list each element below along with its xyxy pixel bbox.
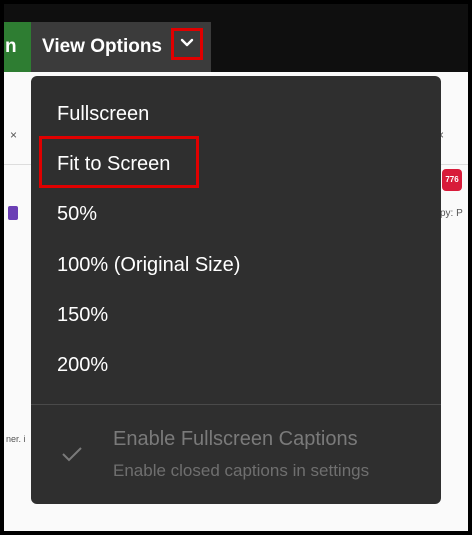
menu-item-50-percent[interactable]: 50% bbox=[57, 203, 97, 226]
menu-item-fit-to-screen[interactable]: Fit to Screen bbox=[57, 153, 170, 176]
background-text-right: py: P bbox=[440, 208, 463, 219]
background-red-badge: 776 bbox=[442, 169, 462, 191]
checkmark-icon bbox=[62, 447, 82, 462]
menu-item-100-percent[interactable]: 100% (Original Size) bbox=[57, 254, 240, 277]
view-options-menu: Fullscreen Fit to Screen 50% 100% (Origi… bbox=[31, 76, 441, 504]
background-close-icon-left[interactable]: × bbox=[10, 128, 17, 142]
captions-toggle-subtitle: Enable closed captions in settings bbox=[113, 461, 370, 480]
background-text-left: ner. i bbox=[6, 434, 26, 444]
background-divider-left bbox=[4, 164, 34, 165]
view-options-button[interactable]: View Options bbox=[31, 22, 211, 72]
menu-item-200-percent[interactable]: 200% bbox=[57, 354, 108, 377]
view-options-dropdown-toggle[interactable] bbox=[171, 28, 203, 60]
captions-toggle-title: Enable Fullscreen Captions bbox=[113, 428, 358, 450]
menu-item-fullscreen[interactable]: Fullscreen bbox=[57, 103, 149, 126]
menu-divider bbox=[31, 404, 441, 405]
top-toolbar: n View Options bbox=[4, 4, 468, 72]
menu-item-150-percent[interactable]: 150% bbox=[57, 304, 108, 327]
partial-green-tab[interactable]: n bbox=[4, 22, 31, 72]
screenshot-frame: × × 776 py: P ner. i n View Options Full… bbox=[0, 0, 472, 535]
background-purple-icon bbox=[8, 206, 18, 220]
background-divider-right bbox=[440, 164, 468, 165]
view-options-label: View Options bbox=[42, 36, 163, 57]
chevron-down-icon bbox=[180, 38, 194, 47]
